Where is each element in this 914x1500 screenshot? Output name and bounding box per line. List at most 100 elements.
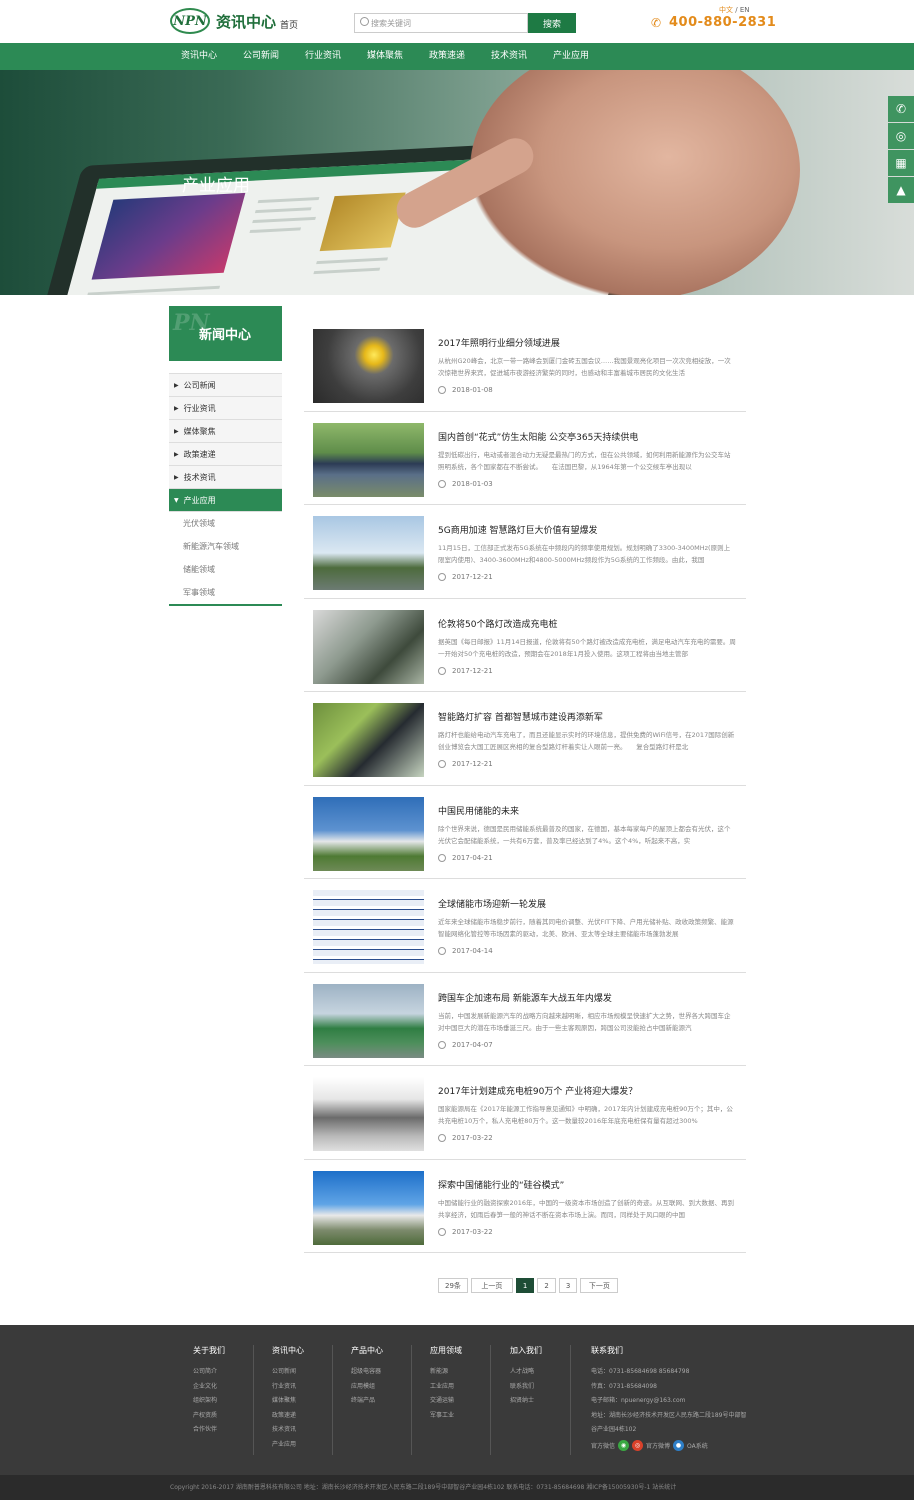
news-thumbnail[interactable] <box>313 890 424 964</box>
wechat-icon[interactable]: ◉ <box>618 1439 630 1451</box>
sidebar-item[interactable]: ▶ 公司新闻 <box>169 374 282 397</box>
phone-tool-icon[interactable]: ✆ <box>888 96 914 122</box>
pager-page-button[interactable]: 3 <box>558 1278 578 1293</box>
footer-link[interactable]: 政策速递 <box>272 1409 304 1424</box>
logo[interactable]: NPN 资讯中心 <box>170 8 276 34</box>
nav-item[interactable]: 资讯中心 <box>168 43 230 70</box>
news-item[interactable]: 探索中国储能行业的“硅谷模式” 中国储能行业的融资探索2016年，中国的一级资本市… <box>304 1160 746 1253</box>
news-item[interactable]: 国内首创“花式”仿生太阳能 公交亭365天持续供电 提到低碳出行，电动或者混合动力… <box>304 412 746 505</box>
weibo-icon[interactable]: ◎ <box>632 1439 644 1451</box>
news-title[interactable]: 2017年照明行业细分领域进展 <box>438 336 560 349</box>
footer-link[interactable]: 工业应用 <box>430 1380 462 1395</box>
nav-item[interactable]: 媒体聚焦 <box>354 43 416 70</box>
sidebar-item[interactable]: ▶ 媒体聚焦 <box>169 420 282 443</box>
footer-link[interactable]: 公司新闻 <box>272 1365 304 1380</box>
footer-link[interactable]: 超级电容器 <box>351 1365 383 1380</box>
news-summary: 国家能源局在《2017年能源工作指导意见通知》中明确，2017年内计划建成充电桩… <box>438 1105 733 1125</box>
sidebar-subitem[interactable]: 储能领域 <box>169 558 282 581</box>
sidebar-item[interactable]: ▶ 技术资讯 <box>169 466 282 489</box>
pager-next-button[interactable]: 下一页 <box>580 1278 619 1293</box>
news-item[interactable]: 跨国车企加速布局 新能源车大战五年内爆发当前，中国发展新能源汽车的战略方向越来越… <box>304 973 746 1066</box>
news-thumbnail[interactable] <box>313 422 424 497</box>
footer-link[interactable]: 应用模组 <box>351 1380 383 1395</box>
footer-contact-line: 传真：0731-85684098 <box>591 1382 657 1390</box>
news-title[interactable]: 伦敦将50个路灯改造成充电桩 <box>438 617 557 630</box>
user-icon[interactable]: ● <box>673 1439 685 1451</box>
social-label: 官方微信 <box>591 1442 616 1450</box>
footer-link[interactable]: 技术资讯 <box>272 1423 304 1438</box>
footer-link[interactable]: 媒体聚焦 <box>272 1394 304 1409</box>
news-title[interactable]: 跨国车企加速布局 新能源车大战五年内爆发 <box>438 991 612 1004</box>
sidebar-item[interactable]: ▼ 产业应用 <box>169 489 282 512</box>
footer-link[interactable]: 企业文化 <box>193 1380 225 1395</box>
header: NPN 资讯中心 首页 搜索关键词 搜索 中文 / EN ✆ 400-880-2… <box>0 0 914 43</box>
pager-page-button[interactable]: 2 <box>537 1278 556 1293</box>
sidebar-item[interactable]: ▶ 行业资讯 <box>169 397 282 420</box>
lang-en-link[interactable]: EN <box>740 6 750 14</box>
sidebar-menu: ▶ 公司新闻 ▶ 行业资讯 ▶ 媒体聚焦 ▶ 政策速递 ▶ 技术资讯 ▼ 产业应用 光伏领域 新能源汽车领… <box>169 373 282 606</box>
nav-item[interactable]: 政策速递 <box>416 43 478 70</box>
news-item[interactable]: 智能路灯扩容 首都智慧城市建设再添新军 路灯杆也能给电动汽车充电了，而且还能显示实… <box>304 692 746 786</box>
weibo-tool-icon[interactable]: ◎ <box>888 123 914 149</box>
news-thumbnail[interactable] <box>313 983 424 1058</box>
news-title[interactable]: 5G商用加速 智慧路灯巨大价值有望爆发 <box>438 523 598 536</box>
sidebar-subitem[interactable]: 光伏领域 <box>169 512 282 535</box>
news-thumbnail[interactable] <box>313 516 424 590</box>
footer-link[interactable]: 联系我们 <box>510 1380 542 1395</box>
news-title[interactable]: 全球储能市场迎新一轮发展 <box>438 897 546 910</box>
news-item[interactable]: 2017年计划建成充电桩90万个 产业将迎大爆发？ 国家能源局在《2017年能源工… <box>304 1066 746 1160</box>
nav-item[interactable]: 公司新闻 <box>230 43 292 70</box>
footer-link[interactable]: 招贤纳士 <box>510 1394 542 1409</box>
nav-item[interactable]: 技术资讯 <box>478 43 540 70</box>
footer-link[interactable]: 新能源 <box>430 1365 462 1380</box>
pager-prev-button[interactable]: 上一页 <box>470 1278 513 1293</box>
qrcode-tool-icon[interactable]: ▦ <box>888 150 914 176</box>
sidebar-item-label: 产业应用 <box>183 495 216 505</box>
clock-icon <box>438 479 446 488</box>
footer-link[interactable]: 公司简介 <box>193 1365 225 1380</box>
sidebar-item-label: 公司新闻 <box>183 380 216 390</box>
nav-item[interactable]: 行业资讯 <box>292 43 354 70</box>
search-input[interactable]: 搜索关键词 <box>354 13 528 33</box>
sidebar-item-label: 政策速递 <box>183 449 216 459</box>
news-item[interactable]: 中国民用储能的未来 除个世界来说，德国是民用储能系统最普及的国家，在德国，基本每家… <box>304 786 746 879</box>
news-title[interactable]: 中国民用储能的未来 <box>438 804 519 817</box>
sidebar-subitem[interactable]: 新能源汽车领域 <box>169 535 282 558</box>
news-item[interactable]: 全球储能市场迎新一轮发展 近年来全球储能市场稳步前行，随着其同电价调整、光伏FIT… <box>304 879 746 973</box>
pager-page-button[interactable]: 1 <box>515 1278 535 1293</box>
news-date-text: 2017-12-21 <box>452 666 493 675</box>
sidebar-item[interactable]: ▶ 政策速递 <box>169 443 282 466</box>
news-title[interactable]: 2017年计划建成充电桩90万个 产业将迎大爆发？ <box>438 1084 637 1097</box>
news-thumbnail[interactable] <box>313 703 424 777</box>
footer-link[interactable]: 交通运输 <box>430 1394 462 1409</box>
footer-link[interactable]: 人才战略 <box>510 1365 542 1380</box>
social-label: OA系统 <box>687 1442 708 1450</box>
footer-link[interactable]: 组织架构 <box>193 1394 225 1409</box>
news-item[interactable]: 2017年照明行业细分领域进展 从杭州G20峰会，北京一带一路峰会到厦门金砖五国会… <box>304 318 746 412</box>
news-item[interactable]: 5G商用加速 智慧路灯巨大价值有望爆发 11月15日，工信部正式发布5G系统在中频… <box>304 505 746 599</box>
nav-item[interactable]: 产业应用 <box>540 43 602 70</box>
news-item[interactable]: 伦敦将50个路灯改造成充电桩 据英国《每日邮报》11月14日报道，伦敦将有50个路… <box>304 599 746 692</box>
news-title[interactable]: 智能路灯扩容 首都智慧城市建设再添新军 <box>438 710 603 723</box>
footer-link[interactable]: 产业应用 <box>272 1438 304 1453</box>
footer-link[interactable]: 终端产品 <box>351 1394 383 1409</box>
footer-link[interactable]: 产权资质 <box>193 1409 225 1424</box>
news-thumbnail[interactable] <box>313 329 424 403</box>
news-thumbnail[interactable] <box>313 609 424 684</box>
news-title[interactable]: 探索中国储能行业的“硅谷模式” <box>438 1178 564 1191</box>
back-to-top-icon[interactable]: ▲ <box>888 177 914 203</box>
footer-link[interactable]: 行业资讯 <box>272 1380 304 1395</box>
footer-link[interactable]: 军事工业 <box>430 1409 462 1424</box>
lang-cn-link[interactable]: 中文 <box>719 6 733 14</box>
news-thumbnail[interactable] <box>313 796 424 871</box>
news-thumbnail[interactable] <box>313 1077 424 1151</box>
news-thumbnail[interactable] <box>313 1170 424 1245</box>
news-title[interactable]: 国内首创“花式”仿生太阳能 公交亭365天持续供电 <box>438 430 638 443</box>
news-date-text: 2017-12-21 <box>452 573 493 581</box>
home-link[interactable]: 首页 <box>280 18 298 31</box>
sidebar-subitem[interactable]: 军事领域 <box>169 581 282 604</box>
footer-link[interactable]: 合作伙伴 <box>193 1423 225 1438</box>
clock-icon <box>438 666 446 675</box>
search-button[interactable]: 搜索 <box>528 13 576 33</box>
news-summary: 当前，中国发展新能源汽车的战略方向越来越明晰，相应市场规模呈快速扩大之势，世界各… <box>438 1011 731 1032</box>
